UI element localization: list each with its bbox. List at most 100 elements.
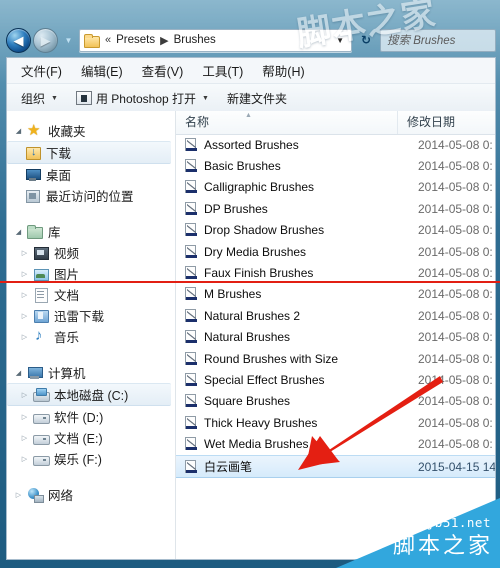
twisty-collapsed-icon[interactable]: ▷ [13, 491, 24, 499]
brush-file-icon [185, 437, 198, 451]
sidebar-item-documents[interactable]: ▷ 文档 [7, 284, 175, 305]
file-name: Calligraphic Brushes [204, 180, 315, 195]
table-row[interactable]: Drop Shadow Brushes 2014-05-08 0: [176, 220, 495, 241]
sidebar-item-favorites[interactable]: ◢ 收藏夹 [7, 120, 175, 141]
recent-pages-dropdown[interactable]: ▼ [62, 30, 75, 50]
watermark-brand: 脚本之家 [392, 534, 493, 559]
refresh-icon[interactable]: ↻ [356, 30, 376, 51]
breadcrumb-item-presets[interactable]: Presets [114, 33, 157, 47]
twisty-collapsed-icon[interactable]: ▷ [19, 455, 30, 463]
nav-spacer-3 [7, 471, 175, 484]
file-name: Assorted Brushes [204, 137, 299, 152]
explorer-window: ◀ ▶ ▼ « Presets ▶ Brushes ▼ ↻ 搜索 Brushes… [0, 0, 500, 568]
twisty-collapsed-icon[interactable]: ▷ [19, 312, 30, 320]
sidebar-item-videos[interactable]: ▷ 视频 [7, 242, 175, 263]
annotation-red-arrow [298, 376, 443, 470]
menu-help[interactable]: 帮助(H) [262, 61, 304, 80]
chevron-down-icon: ▼ [51, 94, 58, 102]
videos-label: 视频 [54, 247, 80, 261]
file-modified-date: 2014-05-08 0: [418, 137, 493, 152]
file-modified-date: 2014-05-08 0: [418, 308, 493, 323]
sidebar-item-recent-places[interactable]: 最近访问的位置 [7, 185, 175, 206]
twisty-collapsed-icon[interactable]: ▷ [19, 434, 30, 442]
photoshop-icon [75, 91, 92, 105]
table-row[interactable]: Natural Brushes 2014-05-08 0: [176, 327, 495, 348]
sidebar-item-drive-f[interactable]: ▷ 娱乐 (F:) [7, 448, 175, 469]
sidebar-item-drive-d[interactable]: ▷ 软件 (D:) [7, 406, 175, 427]
menu-file[interactable]: 文件(F) [21, 61, 62, 80]
sidebar-item-computer[interactable]: ◢ 计算机 [7, 362, 175, 383]
twisty-expanded-icon[interactable]: ◢ [13, 228, 24, 236]
twisty-collapsed-icon[interactable]: ▷ [19, 249, 30, 257]
file-modified-date: 2014-05-08 0: [418, 351, 493, 366]
menu-tools[interactable]: 工具(T) [202, 61, 243, 80]
sidebar-item-drive-e[interactable]: ▷ 文档 (E:) [7, 427, 175, 448]
column-header-name[interactable]: 名称 [176, 111, 398, 134]
breadcrumb-overflow-icon[interactable]: « [102, 34, 114, 46]
breadcrumb-item-brushes[interactable]: Brushes [172, 33, 218, 47]
search-input[interactable]: 搜索 Brushes [380, 28, 496, 52]
file-rows: Assorted Brushes 2014-05-08 0: Basic Brush… [176, 134, 495, 559]
menu-view[interactable]: 查看(V) [142, 61, 184, 80]
file-name: M Brushes [204, 287, 262, 302]
chevron-down-icon: ▼ [202, 94, 209, 102]
music-icon [33, 327, 49, 345]
breadcrumb[interactable]: « Presets ▶ Brushes ▼ [79, 28, 352, 52]
table-row[interactable]: Calligraphic Brushes 2014-05-08 0: [176, 177, 495, 198]
table-row[interactable]: Assorted Brushes 2014-05-08 0: [176, 134, 495, 155]
annotation-red-line [0, 281, 500, 283]
nav-group-favorites: ◢ 收藏夹 下载 桌面 最近访问的位置 [7, 120, 175, 206]
chevron-down-icon[interactable]: ▼ [332, 36, 349, 45]
file-name: Basic Brushes [204, 159, 281, 174]
back-button[interactable]: ◀ [6, 27, 31, 53]
sidebar-item-music[interactable]: ▷ 音乐 [7, 326, 175, 347]
open-with-label: 用 Photoshop 打开 [95, 91, 197, 106]
computer-label: 计算机 [48, 367, 86, 381]
twisty-expanded-icon[interactable]: ◢ [13, 127, 24, 135]
forward-arrow-icon: ▶ [40, 32, 51, 48]
column-header-date[interactable]: 修改日期 [398, 111, 495, 134]
menu-edit[interactable]: 编辑(E) [81, 61, 123, 80]
table-row[interactable]: DP Brushes 2014-05-08 0: [176, 198, 495, 219]
sidebar-item-libraries[interactable]: ◢ 库 [7, 221, 175, 242]
thunder-download-label: 迅雷下载 [54, 310, 105, 324]
twisty-collapsed-icon[interactable]: ▷ [19, 291, 30, 299]
sidebar-item-thunder-download[interactable]: ▷ 迅雷下载 [7, 305, 175, 326]
column-header-row: ▲ 名称 修改日期 [176, 111, 495, 135]
back-arrow-icon: ◀ [13, 32, 24, 48]
file-modified-date: 2014-05-08 0: [418, 223, 493, 238]
drive-icon [33, 451, 50, 467]
desktop-label: 桌面 [46, 169, 72, 183]
table-row[interactable]: Dry Media Brushes 2014-05-08 0: [176, 241, 495, 262]
file-modified-date: 2014-05-08 0: [418, 287, 493, 302]
forward-button[interactable]: ▶ [33, 27, 58, 53]
video-icon [33, 245, 49, 261]
twisty-collapsed-icon[interactable]: ▷ [19, 270, 30, 278]
thunder-download-icon [33, 308, 49, 324]
table-row[interactable]: Round Brushes with Size 2014-05-08 0: [176, 348, 495, 369]
twisty-collapsed-icon[interactable]: ▷ [19, 333, 30, 341]
command-toolbar: 组织 ▼ 用 Photoshop 打开 ▼ 新建文件夹 [7, 84, 495, 113]
sidebar-item-desktop[interactable]: 桌面 [7, 164, 175, 185]
search-placeholder: 搜索 Brushes [387, 35, 456, 47]
table-row[interactable]: M Brushes 2014-05-08 0: [176, 284, 495, 305]
twisty-collapsed-icon[interactable]: ▷ [19, 413, 30, 421]
brush-file-icon [185, 351, 198, 366]
file-name: Natural Brushes 2 [204, 308, 301, 323]
organize-button[interactable]: 组织 ▼ [21, 90, 58, 107]
drive-d-label: 软件 (D:) [54, 411, 104, 425]
recent-places-label: 最近访问的位置 [46, 190, 134, 204]
table-row[interactable]: Basic Brushes 2014-05-08 0: [176, 155, 495, 176]
navigation-pane: ◢ 收藏夹 下载 桌面 最近访问的位置 [7, 111, 176, 559]
chevron-right-icon[interactable]: ▶ [157, 34, 171, 47]
file-modified-date: 2014-05-08 0: [418, 201, 493, 216]
sidebar-item-drive-c[interactable]: ▷ 本地磁盘 (C:) [7, 383, 171, 406]
sidebar-item-network[interactable]: ▷ 网络 [7, 484, 175, 505]
sidebar-item-downloads[interactable]: 下载 [7, 141, 171, 164]
brush-file-icon [185, 137, 198, 152]
table-row[interactable]: Natural Brushes 2 2014-05-08 0: [176, 305, 495, 326]
twisty-expanded-icon[interactable]: ◢ [13, 369, 24, 377]
open-with-photoshop-button[interactable]: 用 Photoshop 打开 ▼ [75, 90, 209, 107]
new-folder-button[interactable]: 新建文件夹 [227, 90, 287, 107]
twisty-collapsed-icon[interactable]: ▷ [19, 391, 30, 399]
